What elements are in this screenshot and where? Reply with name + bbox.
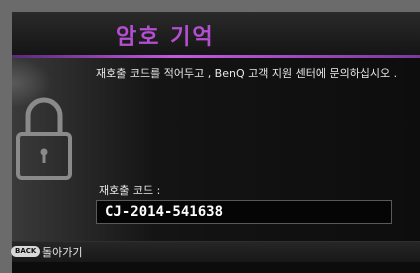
recall-code-field: CJ-2014-541638 <box>96 200 392 224</box>
title-bar: 암호 기억 <box>12 12 420 55</box>
instruction-text: 재호출 코드를 적어두고 , BenQ 고객 지원 센터에 문의하십시오 . <box>96 67 398 80</box>
dialog-title: 암호 기억 <box>116 25 215 50</box>
recall-code-label: 재호출 코드 : <box>99 184 161 197</box>
back-key-icon[interactable]: BACK <box>11 246 41 257</box>
back-label[interactable]: 돌아가기 <box>42 244 82 260</box>
padlock-icon <box>16 97 72 180</box>
